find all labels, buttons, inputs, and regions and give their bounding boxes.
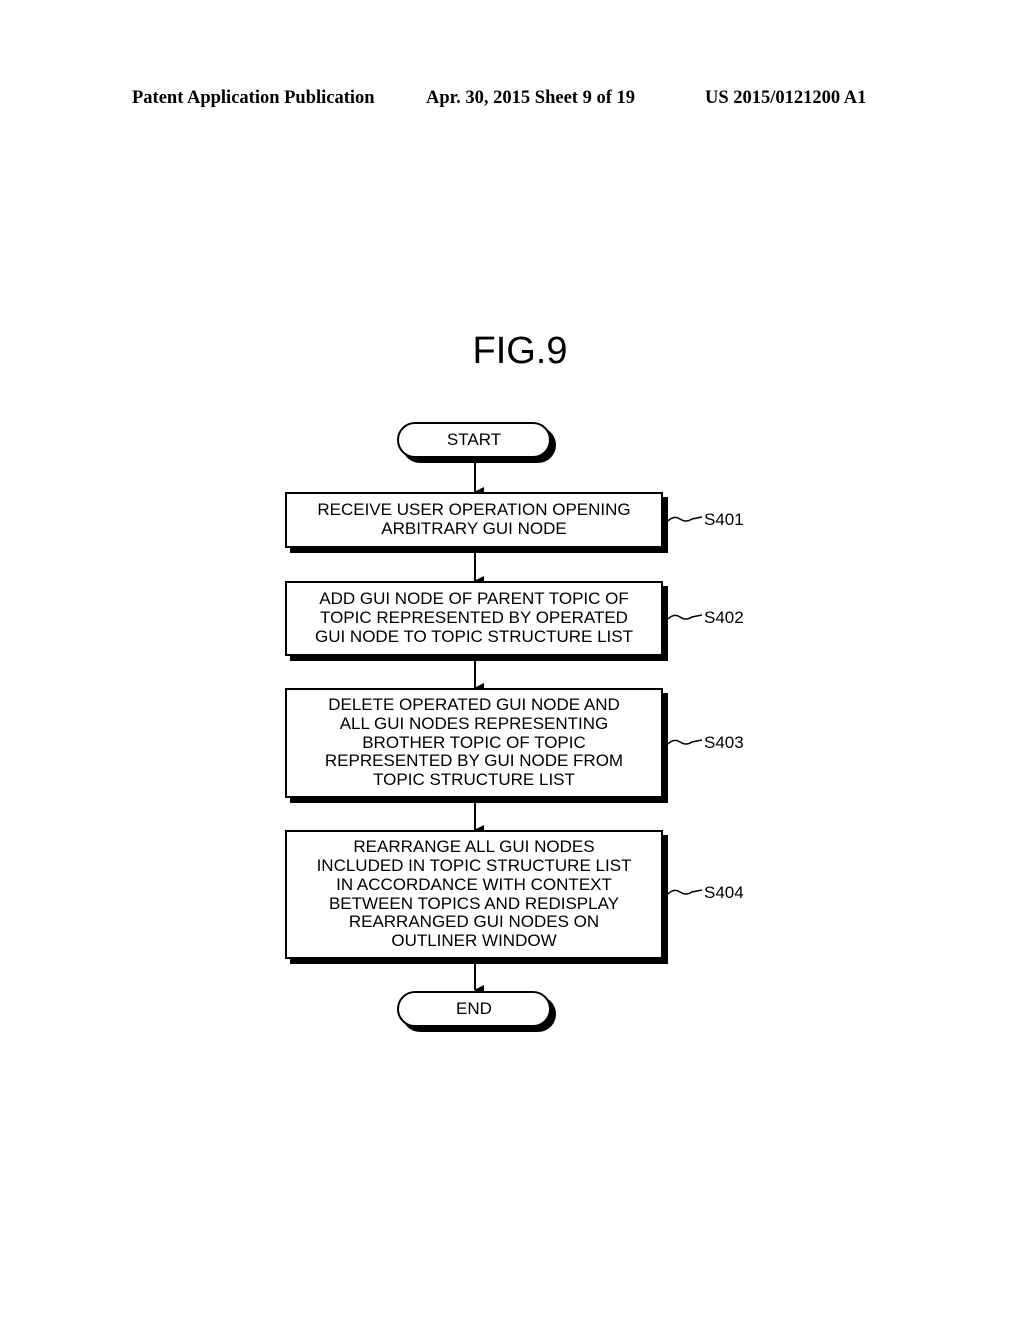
- leader-s404: [667, 889, 703, 895]
- end-label: END: [456, 999, 492, 1018]
- step-box-s402: ADD GUI NODE OF PARENT TOPIC OF TOPIC RE…: [285, 581, 663, 656]
- step-text: REARRANGE ALL GUI NODES INCLUDED IN TOPI…: [316, 837, 632, 951]
- step-label-s402: S402: [704, 608, 744, 627]
- leader-s401: [667, 516, 703, 522]
- step-box-s404: REARRANGE ALL GUI NODES INCLUDED IN TOPI…: [285, 830, 663, 959]
- end-terminal: END: [397, 991, 551, 1027]
- leader-s403: [667, 739, 703, 745]
- step-text: ADD GUI NODE OF PARENT TOPIC OF TOPIC RE…: [314, 589, 633, 646]
- flow-connectors: [474, 458, 703, 995]
- step-text: DELETE OPERATED GUI NODE AND ALL GUI NOD…: [324, 695, 624, 790]
- step-box-s401: RECEIVE USER OPERATION OPENING ARBITRARY…: [285, 492, 663, 548]
- step-label-s401: S401: [704, 510, 744, 529]
- step-text: RECEIVE USER OPERATION OPENING ARBITRARY…: [317, 500, 631, 538]
- step-label-s404: S404: [704, 883, 744, 902]
- start-label: START: [446, 430, 502, 449]
- step-box-s403: DELETE OPERATED GUI NODE AND ALL GUI NOD…: [285, 688, 663, 798]
- step-label-s403: S403: [704, 733, 744, 752]
- start-terminal: START: [397, 422, 551, 458]
- leader-s402: [667, 614, 703, 620]
